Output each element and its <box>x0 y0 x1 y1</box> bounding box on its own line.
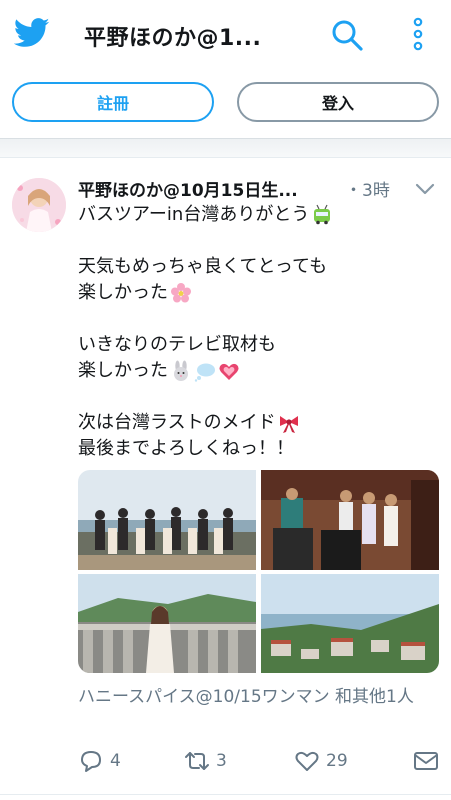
retweet-icon <box>185 752 209 770</box>
avatar[interactable] <box>12 178 66 232</box>
cherry-blossom-emoji-icon <box>171 283 191 303</box>
search-icon[interactable] <box>330 18 364 52</box>
tweet[interactable]: 平野ほのか@10月15日生... ・3時 バスツアーin台灣ありがとう 天気もめ… <box>0 158 451 800</box>
photo-coastal-view[interactable] <box>261 574 439 673</box>
section-divider <box>0 138 451 158</box>
tweet-line: 楽しかった <box>78 360 168 381</box>
media-grid <box>78 470 439 673</box>
top-bar: 平野ほのか@1... <box>0 0 451 70</box>
trolleybus-emoji-icon <box>314 204 331 225</box>
like-count: 29 <box>326 751 348 771</box>
tweet-line: 次は台灣ラストのメイド <box>78 412 276 433</box>
tweet-text: バスツアーin台灣ありがとう 天気もめっちゃ良くてとっても 楽しかった いきなり… <box>78 202 438 462</box>
heart-icon <box>295 751 319 771</box>
photo-girl-balcony[interactable] <box>78 574 256 673</box>
author-name[interactable]: 平野ほのか@10月15日生... <box>78 176 318 201</box>
rabbit-emoji-icon <box>174 360 188 381</box>
tweet-divider <box>0 794 451 795</box>
like-button[interactable]: 29 <box>294 748 348 774</box>
tweet-actions: 4 3 29 <box>0 748 451 778</box>
photo-group-outdoor[interactable] <box>78 470 256 570</box>
register-button[interactable]: 註冊 <box>12 82 214 122</box>
direct-message-button[interactable] <box>413 748 445 774</box>
chevron-down-icon[interactable] <box>414 178 436 200</box>
more-vertical-icon[interactable] <box>408 16 428 52</box>
reply-count: 4 <box>110 751 121 771</box>
retweet-button[interactable]: 3 <box>184 748 227 774</box>
tweet-line: 楽しかった <box>78 282 168 303</box>
auth-buttons: 註冊 登入 <box>0 82 451 128</box>
reply-icon <box>81 751 101 772</box>
reply-button[interactable]: 4 <box>78 748 121 774</box>
heart-emoji-icon <box>219 363 239 380</box>
retweet-count: 3 <box>216 751 227 771</box>
tweet-line: いきなりのテレビ取材も <box>78 334 276 355</box>
envelope-icon <box>414 752 438 770</box>
speech-bubble-emoji-icon <box>194 363 215 382</box>
tagged-users-link[interactable]: ハニースパイス@10/15ワンマン 和其他1人 <box>78 684 448 710</box>
login-button[interactable]: 登入 <box>237 82 439 122</box>
photo-tv-interview[interactable] <box>261 470 439 570</box>
tweet-line: バスツアーin台灣ありがとう <box>78 204 310 225</box>
tweet-time[interactable]: ・3時 <box>345 176 390 201</box>
tweet-line: 天気もめっちゃ良くてとっても <box>78 256 328 277</box>
tweet-line: 最後までよろしくねっ！！ <box>78 438 294 459</box>
twitter-bird-icon[interactable] <box>14 18 50 48</box>
page-title: 平野ほのか@1... <box>84 26 262 51</box>
ribbon-emoji-icon <box>279 416 298 433</box>
